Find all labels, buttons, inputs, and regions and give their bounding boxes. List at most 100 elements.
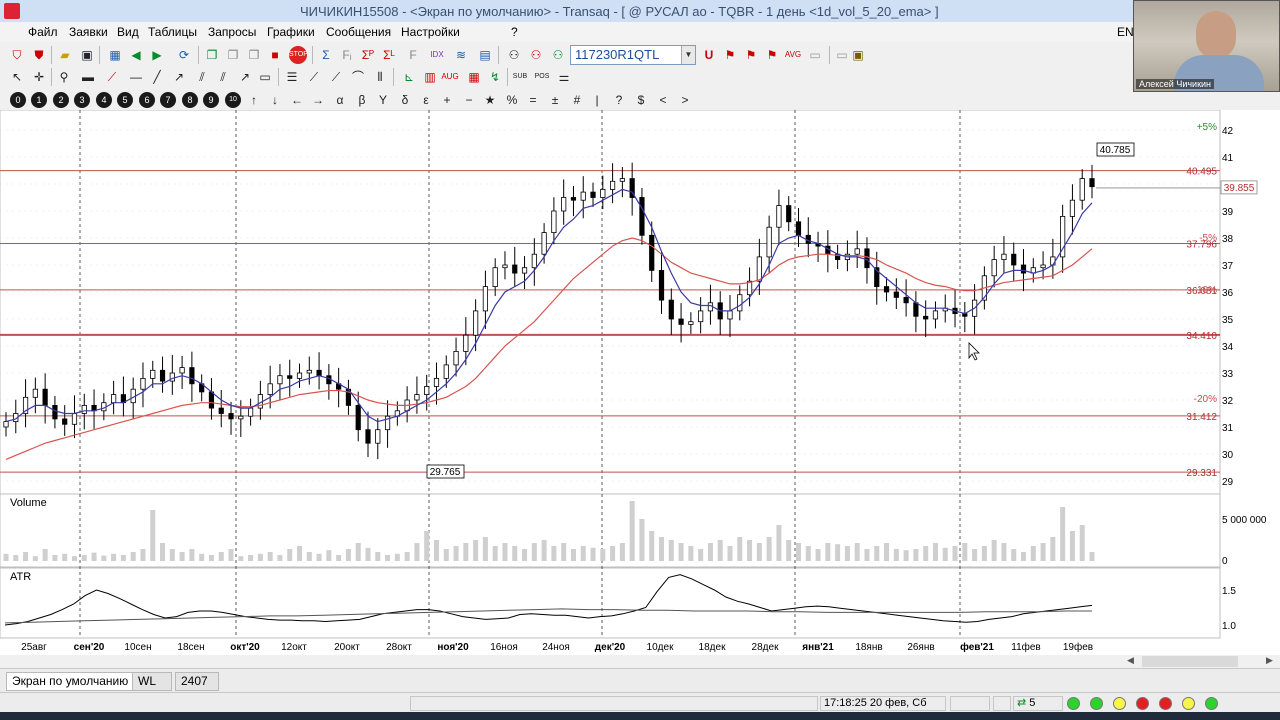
trend-tool-icon[interactable]: ⟋ [103, 68, 121, 86]
minus-icon[interactable]: − [460, 91, 478, 109]
arrow-left-icon[interactable]: ← [288, 91, 306, 109]
epsilon-icon[interactable]: ε [417, 91, 435, 109]
duplicate-icon[interactable]: ❐ [245, 46, 263, 64]
forward-arrow-icon[interactable]: ▶ [148, 46, 166, 64]
menu-charts[interactable]: Графики [267, 25, 315, 39]
wave-icon[interactable]: ≋ [452, 46, 470, 64]
star-icon[interactable]: ★ [481, 91, 499, 109]
briefcase-icon[interactable]: ▣ [849, 46, 867, 64]
ruler-icon[interactable]: ▬ [79, 68, 97, 86]
circle-0-icon[interactable]: 0 [10, 92, 26, 108]
paste-icon[interactable]: ❐ [224, 46, 242, 64]
tab-wl[interactable]: WL [132, 672, 172, 691]
sub-icon[interactable]: SUB [511, 68, 529, 86]
scroll-right-icon[interactable]: ▶ [1266, 655, 1273, 666]
menu-help[interactable]: ? [511, 25, 518, 39]
language-indicator[interactable]: EN [1117, 25, 1134, 39]
chevron-right-icon[interactable]: > [676, 91, 694, 109]
indicator-icon[interactable]: ↯ [486, 68, 504, 86]
delta-icon[interactable]: δ [396, 91, 414, 109]
menu-file[interactable]: Файл [28, 25, 58, 39]
levels-icon[interactable]: ⚌ [555, 68, 573, 86]
security-code-select[interactable]: 117230R1QTL ▼ [570, 45, 696, 65]
save-icon[interactable]: ▣ [78, 46, 96, 64]
rectangle-icon[interactable]: ▭ [256, 68, 274, 86]
candle-icon[interactable]: ▥ [421, 68, 439, 86]
fibo-levels-icon[interactable]: ☰ [283, 68, 301, 86]
sell-icon[interactable]: ⛊ [30, 46, 48, 64]
circle-7-icon[interactable]: 7 [160, 92, 176, 108]
bars-icon[interactable]: ▦ [465, 68, 483, 86]
timezones-icon[interactable]: ⦀ [371, 68, 389, 86]
tab-2407[interactable]: 2407 [175, 672, 219, 691]
delete-icon[interactable]: ■ [266, 46, 284, 64]
copy-icon[interactable]: ❐ [203, 46, 221, 64]
plus-minus-icon[interactable]: ± [546, 91, 564, 109]
buy-icon[interactable]: ⛉ [8, 46, 26, 64]
tab-default-screen[interactable]: Экран по умолчанию [6, 672, 135, 691]
circle-9-icon[interactable]: 9 [203, 92, 219, 108]
table-view-icon[interactable]: ▦ [106, 46, 124, 64]
circle-5-icon[interactable]: 5 [117, 92, 133, 108]
equals-icon[interactable]: = [524, 91, 542, 109]
chevron-down-icon[interactable]: ▼ [681, 46, 695, 64]
dollar-icon[interactable]: $ [632, 91, 650, 109]
menu-settings[interactable]: Настройки [401, 25, 460, 39]
order-flag-2-icon[interactable]: ⚑ [742, 46, 760, 64]
ray-icon[interactable]: ╱ [148, 68, 166, 86]
gann-icon[interactable]: ⟋ [327, 68, 345, 86]
chevron-left-icon[interactable]: < [654, 91, 672, 109]
circle-8-icon[interactable]: 8 [182, 92, 198, 108]
menu-requests[interactable]: Запросы [208, 25, 256, 39]
zoom-icon[interactable]: ⚲ [55, 68, 73, 86]
price-chart[interactable]: 29303132333435363738394041425 000 00001.… [0, 110, 1280, 658]
back-arrow-icon[interactable]: ◀ [127, 46, 145, 64]
binoculars-icon[interactable]: ⚇ [505, 46, 523, 64]
circle-10-icon[interactable]: 10 [225, 92, 241, 108]
menu-orders[interactable]: Заявки [69, 25, 108, 39]
refresh-icon[interactable]: ⟳ [175, 46, 193, 64]
arrow-down-icon[interactable]: ↓ [266, 91, 284, 109]
arcs-icon[interactable]: ⌒ [349, 68, 367, 86]
regression-icon[interactable]: ⊾ [400, 68, 418, 86]
circle-3-icon[interactable]: 3 [74, 92, 90, 108]
beta-icon[interactable]: β [353, 91, 371, 109]
f-index-icon[interactable]: F [404, 46, 422, 64]
arrow-line-icon[interactable]: ↗ [170, 68, 188, 86]
menu-messages[interactable]: Сообщения [326, 25, 391, 39]
sum-icon[interactable]: Σ [317, 46, 335, 64]
menu-view[interactable]: Вид [117, 25, 139, 39]
crosshair-icon[interactable]: ✛ [30, 68, 48, 86]
arrow-up-icon[interactable]: ↑ [245, 91, 263, 109]
sum-l-icon[interactable]: Σᴸ [380, 46, 398, 64]
function-icon[interactable]: Fᵢ [338, 46, 356, 64]
alpha-icon[interactable]: α [331, 91, 349, 109]
circle-6-icon[interactable]: 6 [139, 92, 155, 108]
aug-icon[interactable]: AUG [441, 68, 459, 86]
percent-icon[interactable]: % [503, 91, 521, 109]
hash-icon[interactable]: # [568, 91, 586, 109]
pos-icon[interactable]: POS [533, 68, 551, 86]
line-icon[interactable]: — [127, 68, 145, 86]
alert-search-icon[interactable]: ⚇ [527, 46, 545, 64]
open-folder-icon[interactable]: ▰ [56, 46, 74, 64]
horizontal-scrollbar[interactable]: ◀ ▶ [0, 655, 1280, 668]
order-flag-3-icon[interactable]: ⚑ [763, 46, 781, 64]
gamma-icon[interactable]: Y [374, 91, 392, 109]
sum-p-icon[interactable]: Σᴾ [359, 46, 377, 64]
find-security-icon[interactable]: ⚇ [549, 46, 567, 64]
parallel-lines-icon[interactable]: ⫽ [214, 68, 232, 86]
order-book-icon[interactable]: ▤ [476, 46, 494, 64]
circle-2-icon[interactable]: 2 [53, 92, 69, 108]
menu-tables[interactable]: Таблицы [148, 25, 197, 39]
scrollbar-thumb[interactable] [1142, 656, 1238, 667]
idx-icon[interactable]: IDX [428, 46, 446, 64]
plus-icon[interactable]: + [438, 91, 456, 109]
avg-icon[interactable]: AVG [784, 46, 802, 64]
fibo-fan-icon[interactable]: ⟋ [305, 68, 323, 86]
channel-icon[interactable]: ⫽ [193, 68, 211, 86]
pointer-icon[interactable]: ↖ [8, 68, 26, 86]
stop-icon[interactable]: STOP [289, 46, 308, 64]
circle-4-icon[interactable]: 4 [96, 92, 112, 108]
u-order-icon[interactable]: U [700, 46, 718, 64]
